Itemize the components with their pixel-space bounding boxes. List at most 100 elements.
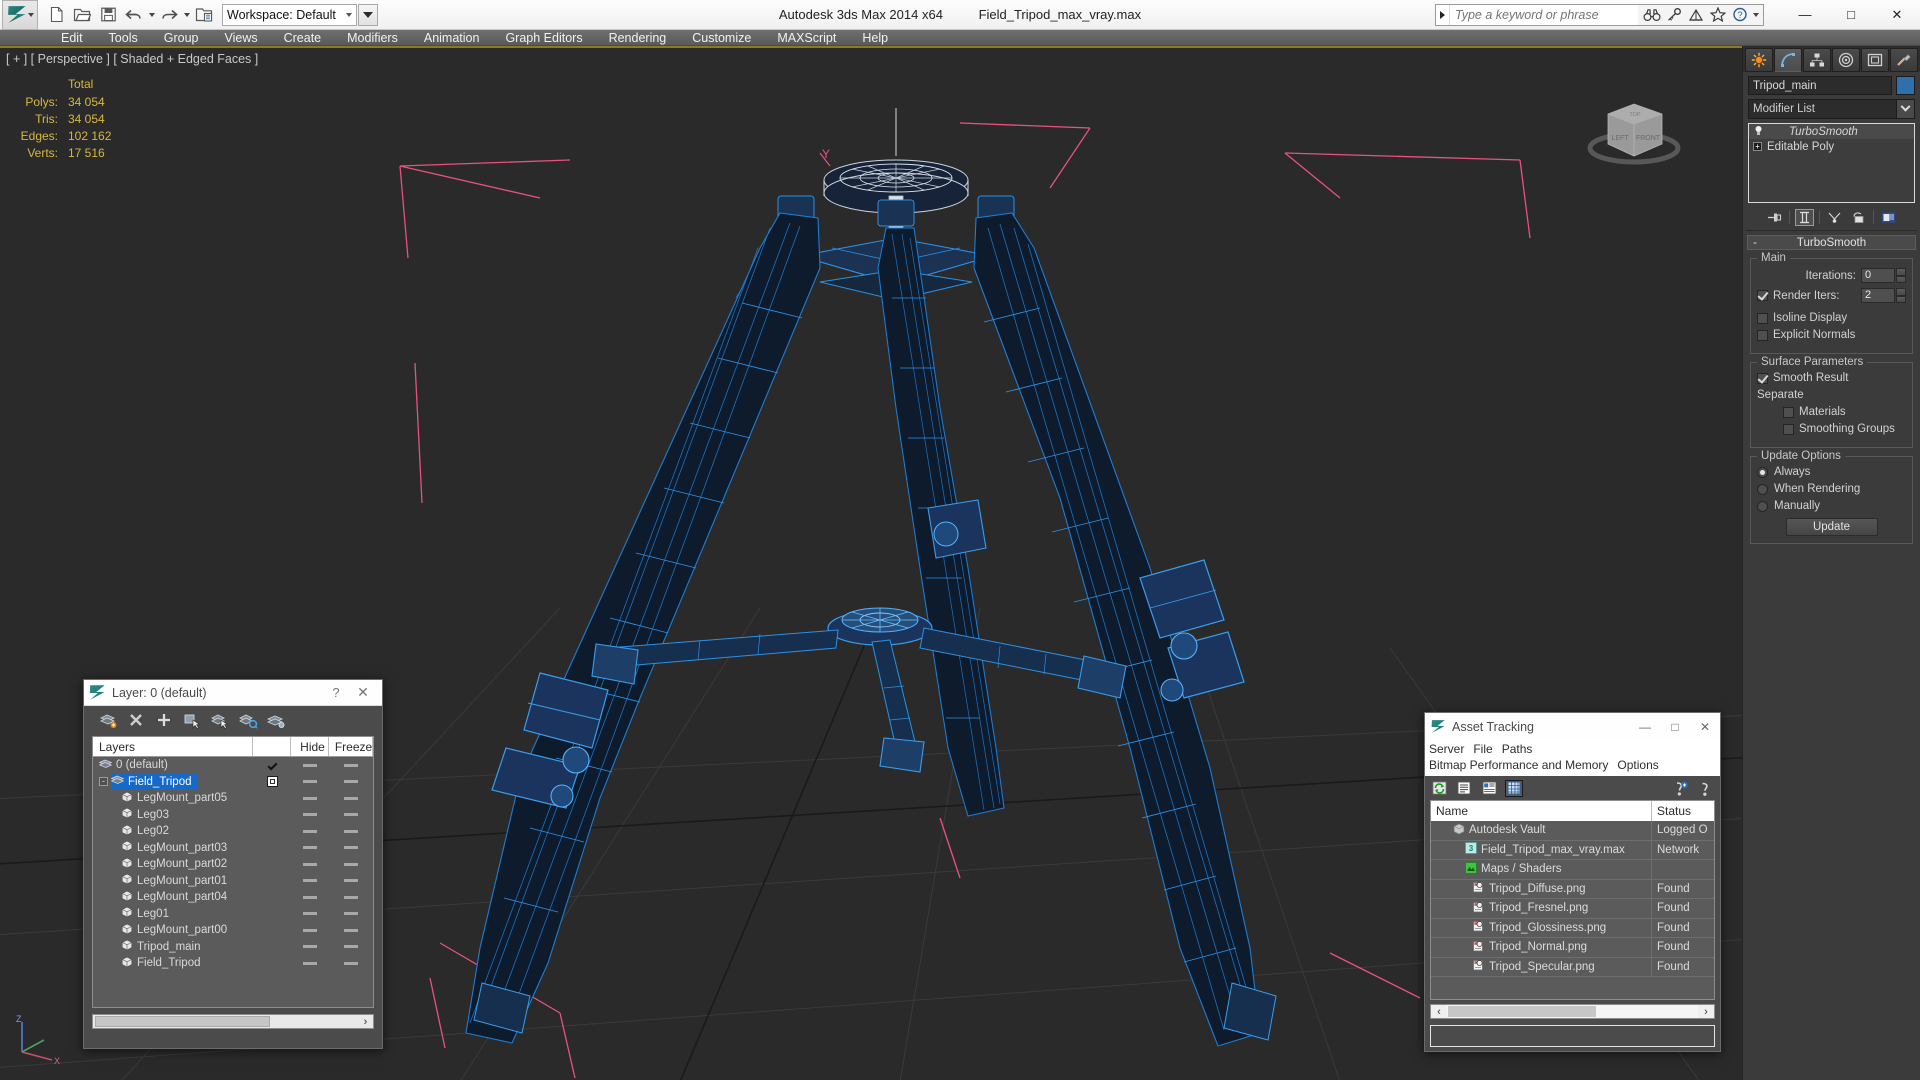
layer-row-name-cell[interactable]: Leg03 — [93, 807, 253, 824]
update-option-radio[interactable] — [1757, 466, 1768, 478]
isoline-display-checkbox[interactable] — [1757, 312, 1768, 324]
asset-row-name-cell[interactable]: Maps / Shaders — [1431, 859, 1652, 879]
search-expand-icon[interactable] — [1436, 4, 1450, 25]
layer-row[interactable]: LegMount_part01 — [93, 873, 373, 890]
menu-item-create[interactable]: Create — [271, 30, 335, 46]
asset-row-name-cell[interactable]: Tripod_Fresnel.png — [1431, 898, 1652, 918]
help-dropdown-icon[interactable] — [1753, 12, 1759, 17]
layer-row-name-cell[interactable]: Leg01 — [93, 906, 253, 923]
asset-row[interactable]: Autodesk Vault Logged O — [1431, 820, 1714, 841]
asset-row[interactable]: Tripod_Specular.png Found — [1431, 957, 1714, 977]
lightbulb-icon[interactable] — [1753, 125, 1764, 139]
layer-row-hide-cell[interactable] — [291, 961, 329, 965]
layer-row-name-cell[interactable]: LegMount_part02 — [93, 856, 253, 873]
add-layer-icon[interactable] — [154, 710, 174, 730]
layer-row-hide-cell[interactable] — [291, 846, 329, 850]
layer-row-freeze-cell[interactable] — [329, 862, 373, 866]
layer-row[interactable]: Field_Tripod — [93, 955, 373, 972]
utilities-tab[interactable] — [1890, 48, 1918, 72]
layer-row[interactable]: LegMount_part04 — [93, 889, 373, 906]
asset-row[interactable]: Tripod_Glossiness.png Found — [1431, 918, 1714, 938]
scrollbar-track[interactable] — [1447, 1005, 1698, 1018]
search-box[interactable]: ? — [1435, 3, 1764, 26]
layer-row-state-cell[interactable] — [253, 776, 291, 788]
layer-row-name-cell[interactable]: Tripod_main — [93, 939, 253, 956]
layer-row-freeze-cell[interactable] — [329, 895, 373, 899]
layer-row-freeze-cell[interactable] — [329, 928, 373, 932]
asset-row-name-cell[interactable]: Tripod_Diffuse.png — [1431, 879, 1652, 899]
chevron-down-icon[interactable] — [1896, 100, 1914, 118]
menu-item-help[interactable]: Help — [849, 30, 901, 46]
explicit-normals-checkbox[interactable] — [1757, 329, 1768, 341]
layer-row-freeze-cell[interactable] — [329, 945, 373, 949]
layer-row[interactable]: Tripod_main — [93, 939, 373, 956]
asset-row-name-cell[interactable]: Autodesk Vault — [1431, 820, 1652, 840]
isoline-display-row[interactable]: Isoline Display — [1757, 312, 1906, 324]
layer-horizontal-scrollbar[interactable]: › — [92, 1014, 374, 1029]
refresh-icon[interactable] — [1430, 780, 1448, 797]
menu-item-maxscript[interactable]: MAXScript — [764, 30, 849, 46]
undo-dropdown-icon[interactable] — [149, 12, 155, 17]
maximize-button[interactable]: □ — [1828, 0, 1874, 30]
layer-row-hide-cell[interactable] — [291, 780, 329, 784]
update-option-radio[interactable] — [1757, 483, 1768, 495]
render-iters-checkbox[interactable] — [1757, 290, 1768, 301]
smoothing-groups-checkbox[interactable] — [1783, 423, 1794, 435]
update-option-row[interactable]: Manually — [1757, 500, 1906, 512]
smooth-result-checkbox[interactable] — [1757, 372, 1768, 384]
search-input[interactable] — [1450, 4, 1638, 25]
menu-item-edit[interactable]: Edit — [48, 30, 96, 46]
layer-row-hide-cell[interactable] — [291, 895, 329, 899]
layer-row-freeze-cell[interactable] — [329, 780, 373, 784]
layer-row-hide-cell[interactable] — [291, 829, 329, 833]
layer-row-state-cell[interactable] — [253, 760, 291, 771]
asset-horizontal-scrollbar[interactable]: ‹ › — [1430, 1004, 1715, 1019]
scroll-right-arrow-icon[interactable]: › — [358, 1016, 373, 1028]
layer-row[interactable]: Leg03 — [93, 807, 373, 824]
asset-menu-file[interactable]: File — [1473, 741, 1501, 757]
materials-row[interactable]: Materials — [1757, 406, 1906, 418]
menu-item-tools[interactable]: Tools — [96, 30, 151, 46]
layer-row-name-cell[interactable]: LegMount_part04 — [93, 889, 253, 906]
layer-dialog[interactable]: Layer: 0 (default) ? ✕ Layers Hide Freez… — [83, 679, 383, 1049]
layer-row-freeze-cell[interactable] — [329, 796, 373, 800]
layer-row-hide-cell[interactable] — [291, 928, 329, 932]
view-cube[interactable]: LEFT FRONT TOP — [1582, 88, 1692, 178]
new-file-icon[interactable] — [44, 4, 68, 26]
update-option-row[interactable]: Always — [1757, 466, 1906, 478]
update-option-row[interactable]: When Rendering — [1757, 483, 1906, 495]
pin-stack-icon[interactable] — [1765, 209, 1784, 226]
iterations-value[interactable]: 0 — [1861, 268, 1895, 283]
layer-row-name-cell[interactable]: LegMount_part01 — [93, 873, 253, 890]
asset-row[interactable]: Maps / Shaders — [1431, 859, 1714, 880]
asset-minimize-button[interactable]: — — [1630, 720, 1660, 734]
redo-icon[interactable] — [157, 4, 181, 26]
list-view-icon[interactable] — [1455, 780, 1473, 797]
layer-close-button[interactable]: ✕ — [348, 684, 378, 701]
layer-row-freeze-cell[interactable] — [329, 912, 373, 916]
layer-row-name-cell[interactable]: LegMount_part03 — [93, 840, 253, 857]
layer-row-hide-cell[interactable] — [291, 912, 329, 916]
menu-item-animation[interactable]: Animation — [411, 30, 493, 46]
redo-dropdown-icon[interactable] — [184, 12, 190, 17]
smoothing-groups-row[interactable]: Smoothing Groups — [1757, 423, 1906, 435]
help-icon[interactable]: ? — [1730, 6, 1750, 24]
new-layer-icon[interactable] — [98, 710, 118, 730]
menu-item-rendering[interactable]: Rendering — [596, 30, 680, 46]
asset-tracking-dialog[interactable]: Asset Tracking — □ ✕ Server File Paths Bit… — [1424, 712, 1721, 1052]
save-file-icon[interactable] — [96, 4, 120, 26]
menu-item-views[interactable]: Views — [211, 30, 270, 46]
materials-checkbox[interactable] — [1783, 406, 1794, 418]
explicit-normals-row[interactable]: Explicit Normals — [1757, 329, 1906, 341]
select-highlighted-icon[interactable] — [210, 710, 230, 730]
turbosmooth-rollout-header[interactable]: - TurboSmooth — [1747, 235, 1916, 250]
render-iters-stepper[interactable]: 2 — [1861, 288, 1906, 303]
layer-row-freeze-cell[interactable] — [329, 763, 373, 767]
scrollbar-thumb[interactable] — [1448, 1006, 1596, 1017]
layer-row-name-cell[interactable]: LegMount_part05 — [93, 790, 253, 807]
modifier-stack[interactable]: TurboSmooth + Editable Poly — [1748, 123, 1915, 203]
render-iters-value[interactable]: 2 — [1861, 288, 1895, 303]
asset-close-button[interactable]: ✕ — [1690, 720, 1720, 734]
layer-row-name-cell[interactable]: - Field_Tripod — [93, 774, 253, 791]
hierarchy-tab[interactable] — [1803, 48, 1831, 72]
